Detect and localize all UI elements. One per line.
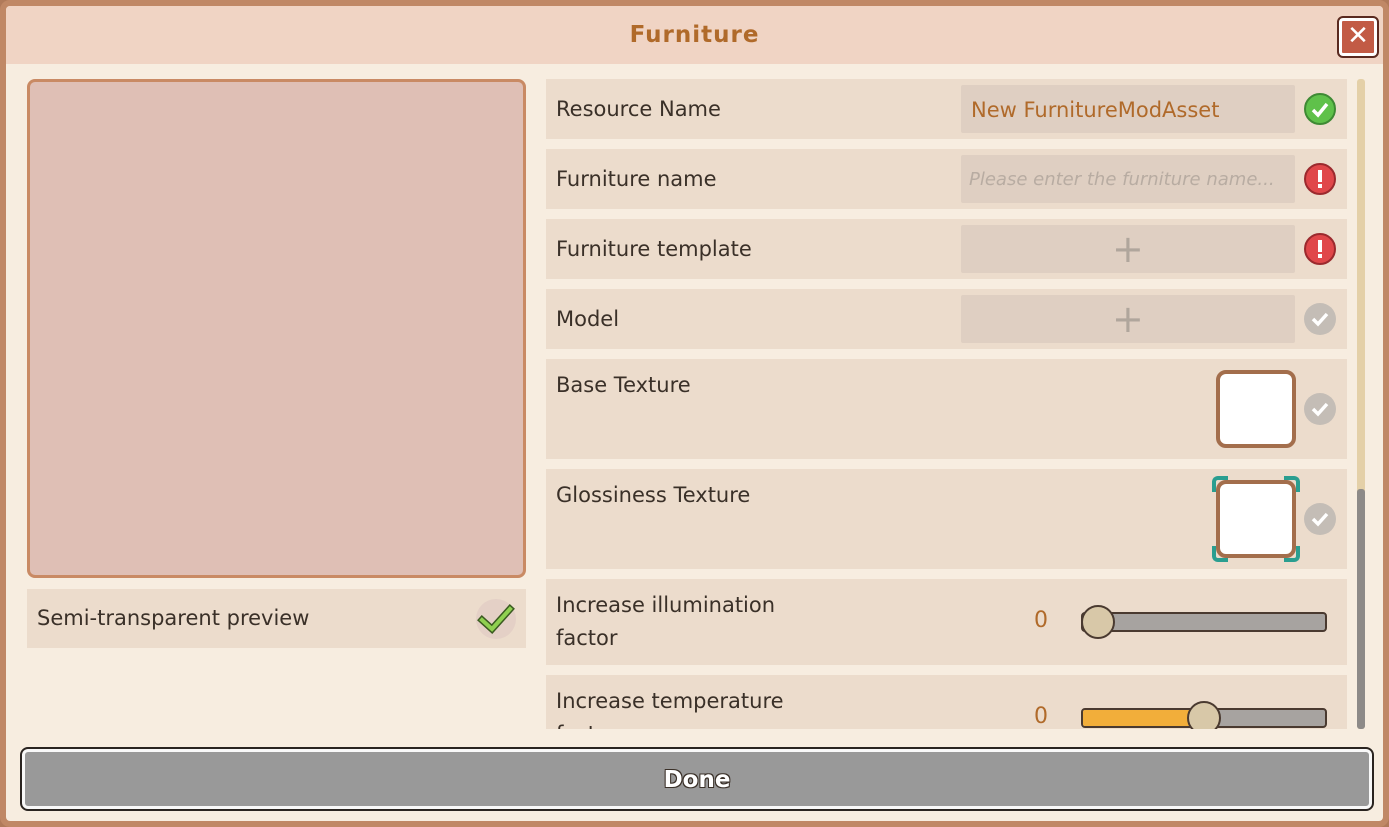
done-button[interactable]: Done (20, 747, 1374, 811)
scrollbar-thumb[interactable] (1357, 489, 1365, 729)
resource-name-row: Resource Name New FurnitureModAsset (546, 79, 1347, 139)
checkmark-icon (477, 604, 515, 634)
resource-name-input[interactable]: New FurnitureModAsset (961, 85, 1295, 133)
plus-icon: + (1112, 227, 1144, 271)
furniture-template-row: Furniture template + (546, 219, 1347, 279)
illumination-factor-slider[interactable] (1081, 612, 1327, 632)
furniture-dialog: Furniture ✕ Semi-transparent preview Res… (0, 0, 1389, 827)
status-error-icon (1304, 233, 1336, 265)
selection-corner (1284, 546, 1300, 562)
illumination-factor-label: Increase illumination (556, 593, 776, 617)
selection-corner (1212, 476, 1228, 492)
properties-scrollbar[interactable] (1357, 79, 1365, 729)
temperature-factor-slider-knob[interactable] (1187, 701, 1221, 729)
temperature-factor-row: Increase temperature factor 0 (546, 675, 1347, 729)
illumination-factor-label-line2: factor (556, 626, 618, 650)
glossiness-texture-row: Glossiness Texture (546, 469, 1347, 569)
illumination-factor-row: Increase illumination factor 0 (546, 579, 1347, 665)
semi-transparent-preview-row[interactable]: Semi-transparent preview (27, 589, 526, 648)
close-button[interactable]: ✕ (1337, 16, 1379, 58)
status-ok-icon (1304, 93, 1336, 125)
furniture-name-placeholder: Please enter the furniture name... (969, 169, 1275, 190)
base-texture-row: Base Texture (546, 359, 1347, 459)
furniture-template-add-button[interactable]: + (961, 225, 1295, 273)
temperature-factor-label: Increase temperature (556, 689, 784, 713)
furniture-name-row: Furniture name Please enter the furnitur… (546, 149, 1347, 209)
base-texture-slot[interactable] (1216, 370, 1296, 448)
resource-name-label: Resource Name (556, 97, 721, 121)
furniture-template-label: Furniture template (556, 237, 752, 261)
model-label: Model (556, 307, 620, 331)
plus-icon: + (1112, 297, 1144, 341)
glossiness-texture-slot[interactable] (1212, 476, 1300, 562)
semi-transparent-preview-label: Semi-transparent preview (37, 606, 310, 630)
furniture-name-label: Furniture name (556, 167, 717, 191)
model-row: Model + (546, 289, 1347, 349)
selection-corner (1284, 476, 1300, 492)
illumination-factor-value: 0 (1034, 608, 1048, 633)
close-icon: ✕ (1347, 21, 1369, 51)
status-neutral-icon (1304, 303, 1336, 335)
done-button-label: Done (663, 767, 731, 793)
temperature-factor-label-line2: factor (556, 718, 618, 729)
furniture-name-input[interactable]: Please enter the furniture name... (961, 155, 1295, 203)
model-add-button[interactable]: + (961, 295, 1295, 343)
glossiness-texture-label: Glossiness Texture (556, 483, 751, 507)
selection-corner (1212, 546, 1228, 562)
status-neutral-icon (1304, 503, 1336, 535)
title-bar: Furniture ✕ (6, 6, 1383, 64)
furniture-preview[interactable] (27, 79, 526, 578)
dialog-title: Furniture (629, 22, 760, 48)
properties-panel: Resource Name New FurnitureModAsset Furn… (546, 79, 1349, 729)
resource-name-value: New FurnitureModAsset (971, 98, 1220, 122)
status-neutral-icon (1304, 393, 1336, 425)
status-error-icon (1304, 163, 1336, 195)
slider-fill (1083, 710, 1204, 726)
illumination-factor-slider-knob[interactable] (1081, 605, 1115, 639)
semi-transparent-checkbox[interactable] (476, 599, 516, 639)
base-texture-label: Base Texture (556, 373, 691, 397)
temperature-factor-value: 0 (1034, 704, 1048, 729)
